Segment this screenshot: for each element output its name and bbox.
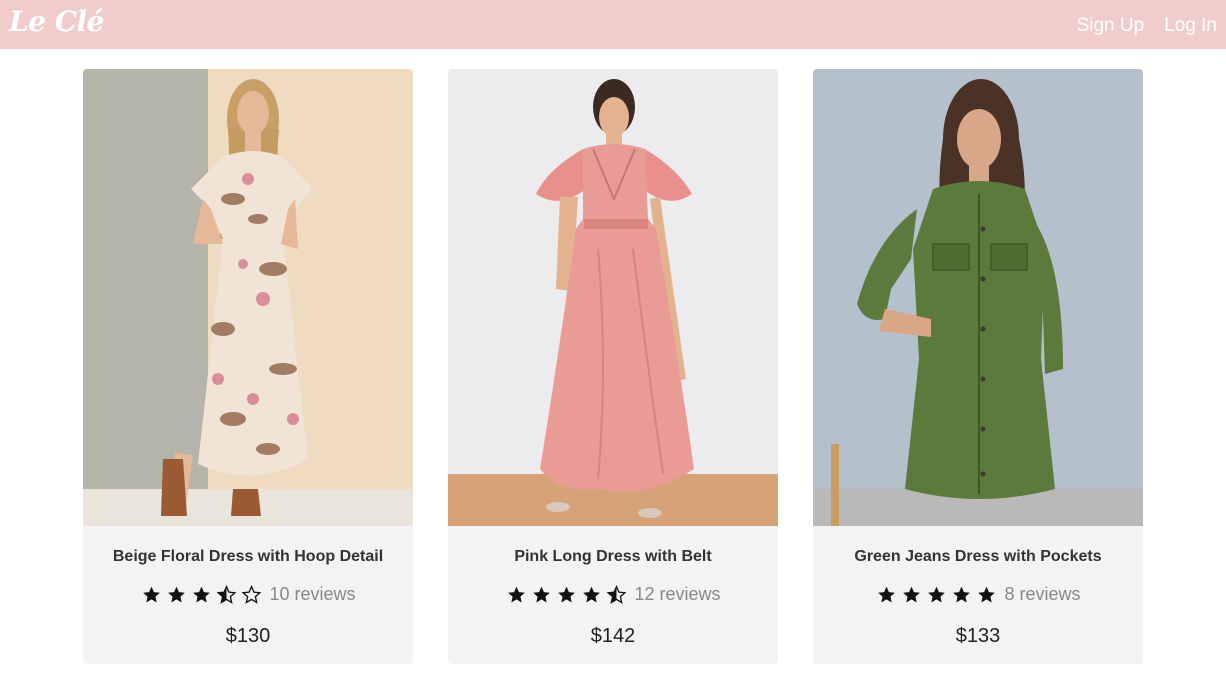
review-count[interactable]: 8 reviews <box>1004 584 1080 605</box>
product-rating: 12 reviews <box>448 584 778 605</box>
product-image[interactable] <box>448 69 778 526</box>
star-full-icon <box>508 586 526 602</box>
review-count[interactable]: 10 reviews <box>269 584 355 605</box>
star-rating <box>875 585 998 605</box>
product-title[interactable]: Pink Long Dress with Belt <box>448 548 778 566</box>
star-full-icon <box>533 586 551 602</box>
product-title[interactable]: Green Jeans Dress with Pockets <box>813 548 1143 566</box>
star-full-icon <box>168 586 186 602</box>
product-card[interactable]: Beige Floral Dress with Hoop Detail 10 r… <box>83 69 413 664</box>
star-full-icon <box>903 586 921 602</box>
star-full-icon <box>928 586 946 602</box>
star-full-icon <box>583 586 601 602</box>
star-rating <box>140 584 263 605</box>
product-title[interactable]: Beige Floral Dress with Hoop Detail <box>83 548 413 566</box>
product-card[interactable]: Pink Long Dress with Belt 12 reviews $14… <box>448 69 778 664</box>
star-full-icon <box>978 586 996 602</box>
product-price: $142 <box>590 625 636 647</box>
review-count[interactable]: 12 reviews <box>634 584 720 605</box>
product-price: $130 <box>225 625 271 647</box>
star-half-icon <box>607 584 627 604</box>
product-rating: 8 reviews <box>813 584 1143 605</box>
product-price: $133 <box>955 625 1001 647</box>
star-full-icon <box>878 586 896 602</box>
product-rating: 10 reviews <box>83 584 413 605</box>
star-full-icon <box>953 586 971 602</box>
product-grid: Beige Floral Dress with Hoop Detail 10 r… <box>0 0 1226 697</box>
product-image[interactable] <box>813 69 1143 526</box>
star-empty-icon <box>242 584 262 604</box>
star-rating <box>505 584 628 605</box>
product-image[interactable] <box>83 69 413 526</box>
star-full-icon <box>558 586 576 602</box>
star-full-icon <box>193 586 211 602</box>
product-card[interactable]: Green Jeans Dress with Pockets 8 reviews… <box>813 69 1143 664</box>
star-half-icon <box>217 584 237 604</box>
star-full-icon <box>143 586 161 602</box>
